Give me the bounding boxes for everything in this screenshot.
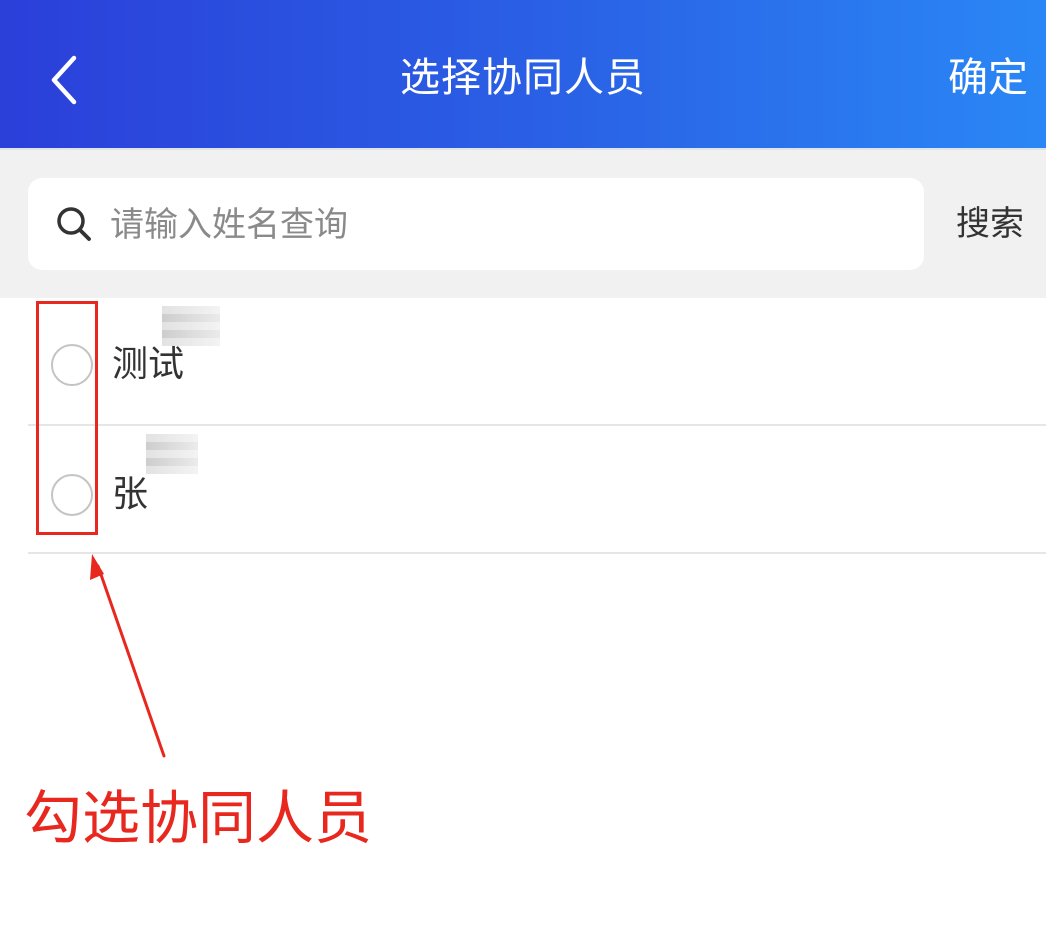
top-app-bar: 选择协同人员 确定 — [0, 0, 1046, 148]
member-row[interactable]: 张 — [0, 426, 1046, 554]
page-title: 选择协同人员 — [400, 55, 646, 101]
redacted-mosaic — [162, 306, 220, 346]
redacted-mosaic — [146, 434, 198, 474]
member-list: 测试 张 — [0, 298, 1046, 554]
confirm-button[interactable]: 确定 — [948, 48, 1028, 108]
search-button[interactable]: 搜索 — [956, 196, 1024, 252]
member-name: 测试 — [112, 344, 185, 385]
annotation-arrow-icon — [90, 554, 166, 758]
search-box[interactable] — [28, 178, 924, 270]
annotation-highlight-box — [36, 301, 98, 535]
search-icon — [57, 207, 91, 241]
member-row[interactable]: 测试 — [0, 298, 1046, 426]
search-bar: 搜索 — [0, 148, 1046, 298]
search-input[interactable] — [108, 194, 902, 256]
member-name: 张 — [112, 474, 149, 515]
annotation-label: 勾选协同人员 — [24, 784, 373, 852]
